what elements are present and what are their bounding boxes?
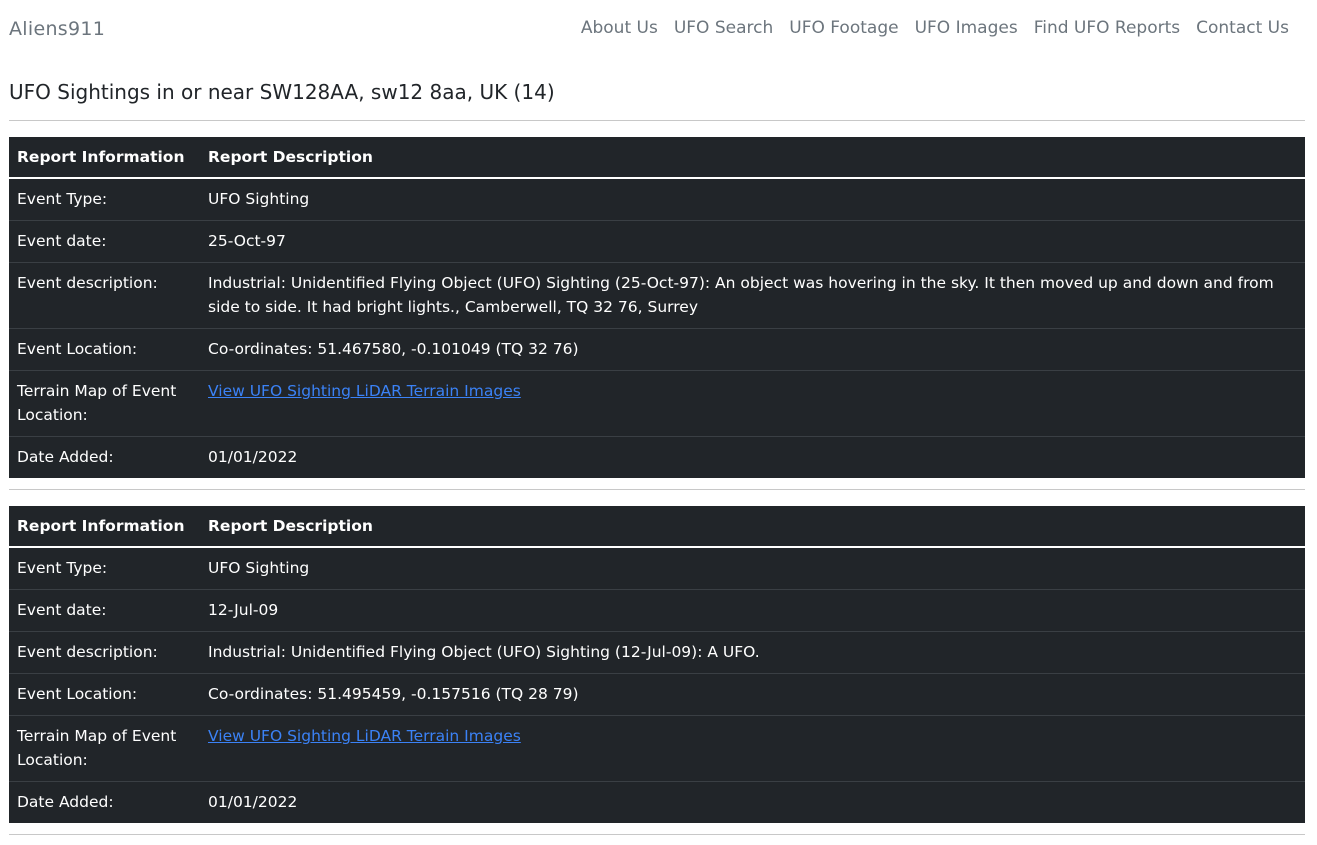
table-row: Date Added: 01/01/2022 <box>9 781 1305 823</box>
row-label: Event Type: <box>17 190 108 208</box>
row-label: Event Type: <box>17 559 108 577</box>
report-header-row: Report Information Report Description <box>9 137 1305 179</box>
lidar-terrain-link[interactable]: View UFO Sighting LiDAR Terrain Images <box>208 727 521 745</box>
nav-find-ufo-reports[interactable]: Find UFO Reports <box>1026 18 1188 38</box>
row-value: Co-ordinates: 51.495459, -0.157516 (TQ 2… <box>200 673 1305 716</box>
lidar-terrain-link[interactable]: View UFO Sighting LiDAR Terrain Images <box>208 382 521 400</box>
row-value: Industrial: Unidentified Flying Object (… <box>200 631 1305 674</box>
row-value: 01/01/2022 <box>200 781 1305 823</box>
table-row: Event date: 12-Jul-09 <box>9 589 1305 632</box>
divider <box>9 489 1305 490</box>
brand-logo-link[interactable]: Aliens911 <box>9 18 105 40</box>
table-row: Event Type: UFO Sighting <box>9 547 1305 590</box>
row-label: Event Location: <box>9 328 200 371</box>
row-value: 25-Oct-97 <box>200 220 1305 263</box>
row-value: 12-Jul-09 <box>200 589 1305 632</box>
nav-links: About Us UFO Search UFO Footage UFO Imag… <box>573 18 1297 38</box>
nav-contact-us[interactable]: Contact Us <box>1188 18 1297 38</box>
row-value: UFO Sighting <box>208 190 310 208</box>
header-report-description: Report Description <box>200 506 1305 548</box>
row-label: Terrain Map of Event Location: <box>9 370 200 437</box>
nav-ufo-search[interactable]: UFO Search <box>666 18 781 38</box>
row-value: UFO Sighting <box>208 559 310 577</box>
row-value: View UFO Sighting LiDAR Terrain Images <box>200 370 1305 437</box>
table-row: Terrain Map of Event Location: View UFO … <box>9 715 1305 782</box>
row-label: Event date: <box>9 220 200 263</box>
top-navbar: Aliens911 About Us UFO Search UFO Footag… <box>0 0 1317 60</box>
report-header-row: Report Information Report Description <box>9 506 1305 548</box>
header-report-information: Report Information <box>9 506 200 548</box>
table-row: Event Type: UFO Sighting <box>9 178 1305 221</box>
row-label: Date Added: <box>9 436 200 478</box>
row-label: Event description: <box>9 262 200 329</box>
row-value: View UFO Sighting LiDAR Terrain Images <box>200 715 1305 782</box>
table-row: Event Location: Co-ordinates: 51.495459,… <box>9 673 1305 716</box>
header-report-description: Report Description <box>200 137 1305 179</box>
header-report-information: Report Information <box>9 137 200 179</box>
row-label: Event Location: <box>9 673 200 716</box>
table-row: Event description: Industrial: Unidentif… <box>9 631 1305 674</box>
divider <box>9 834 1305 835</box>
row-value: Co-ordinates: 51.467580, -0.101049 (TQ 3… <box>200 328 1305 371</box>
table-row: Terrain Map of Event Location: View UFO … <box>9 370 1305 437</box>
nav-ufo-footage[interactable]: UFO Footage <box>781 18 906 38</box>
page-title: UFO Sightings in or near SW128AA, sw12 8… <box>9 80 555 104</box>
row-label: Event description: <box>9 631 200 674</box>
report-table: Report Information Report Description Ev… <box>9 506 1305 823</box>
row-label: Event date: <box>9 589 200 632</box>
row-label: Terrain Map of Event Location: <box>9 715 200 782</box>
row-value: 01/01/2022 <box>200 436 1305 478</box>
table-row: Event description: Industrial: Unidentif… <box>9 262 1305 329</box>
table-row: Event Location: Co-ordinates: 51.467580,… <box>9 328 1305 371</box>
report-table: Report Information Report Description Ev… <box>9 137 1305 478</box>
row-value: Industrial: Unidentified Flying Object (… <box>200 262 1305 329</box>
divider <box>9 120 1305 121</box>
table-row: Event date: 25-Oct-97 <box>9 220 1305 263</box>
row-label: Date Added: <box>9 781 200 823</box>
nav-about-us[interactable]: About Us <box>573 18 666 38</box>
table-row: Date Added: 01/01/2022 <box>9 436 1305 478</box>
nav-ufo-images[interactable]: UFO Images <box>907 18 1026 38</box>
